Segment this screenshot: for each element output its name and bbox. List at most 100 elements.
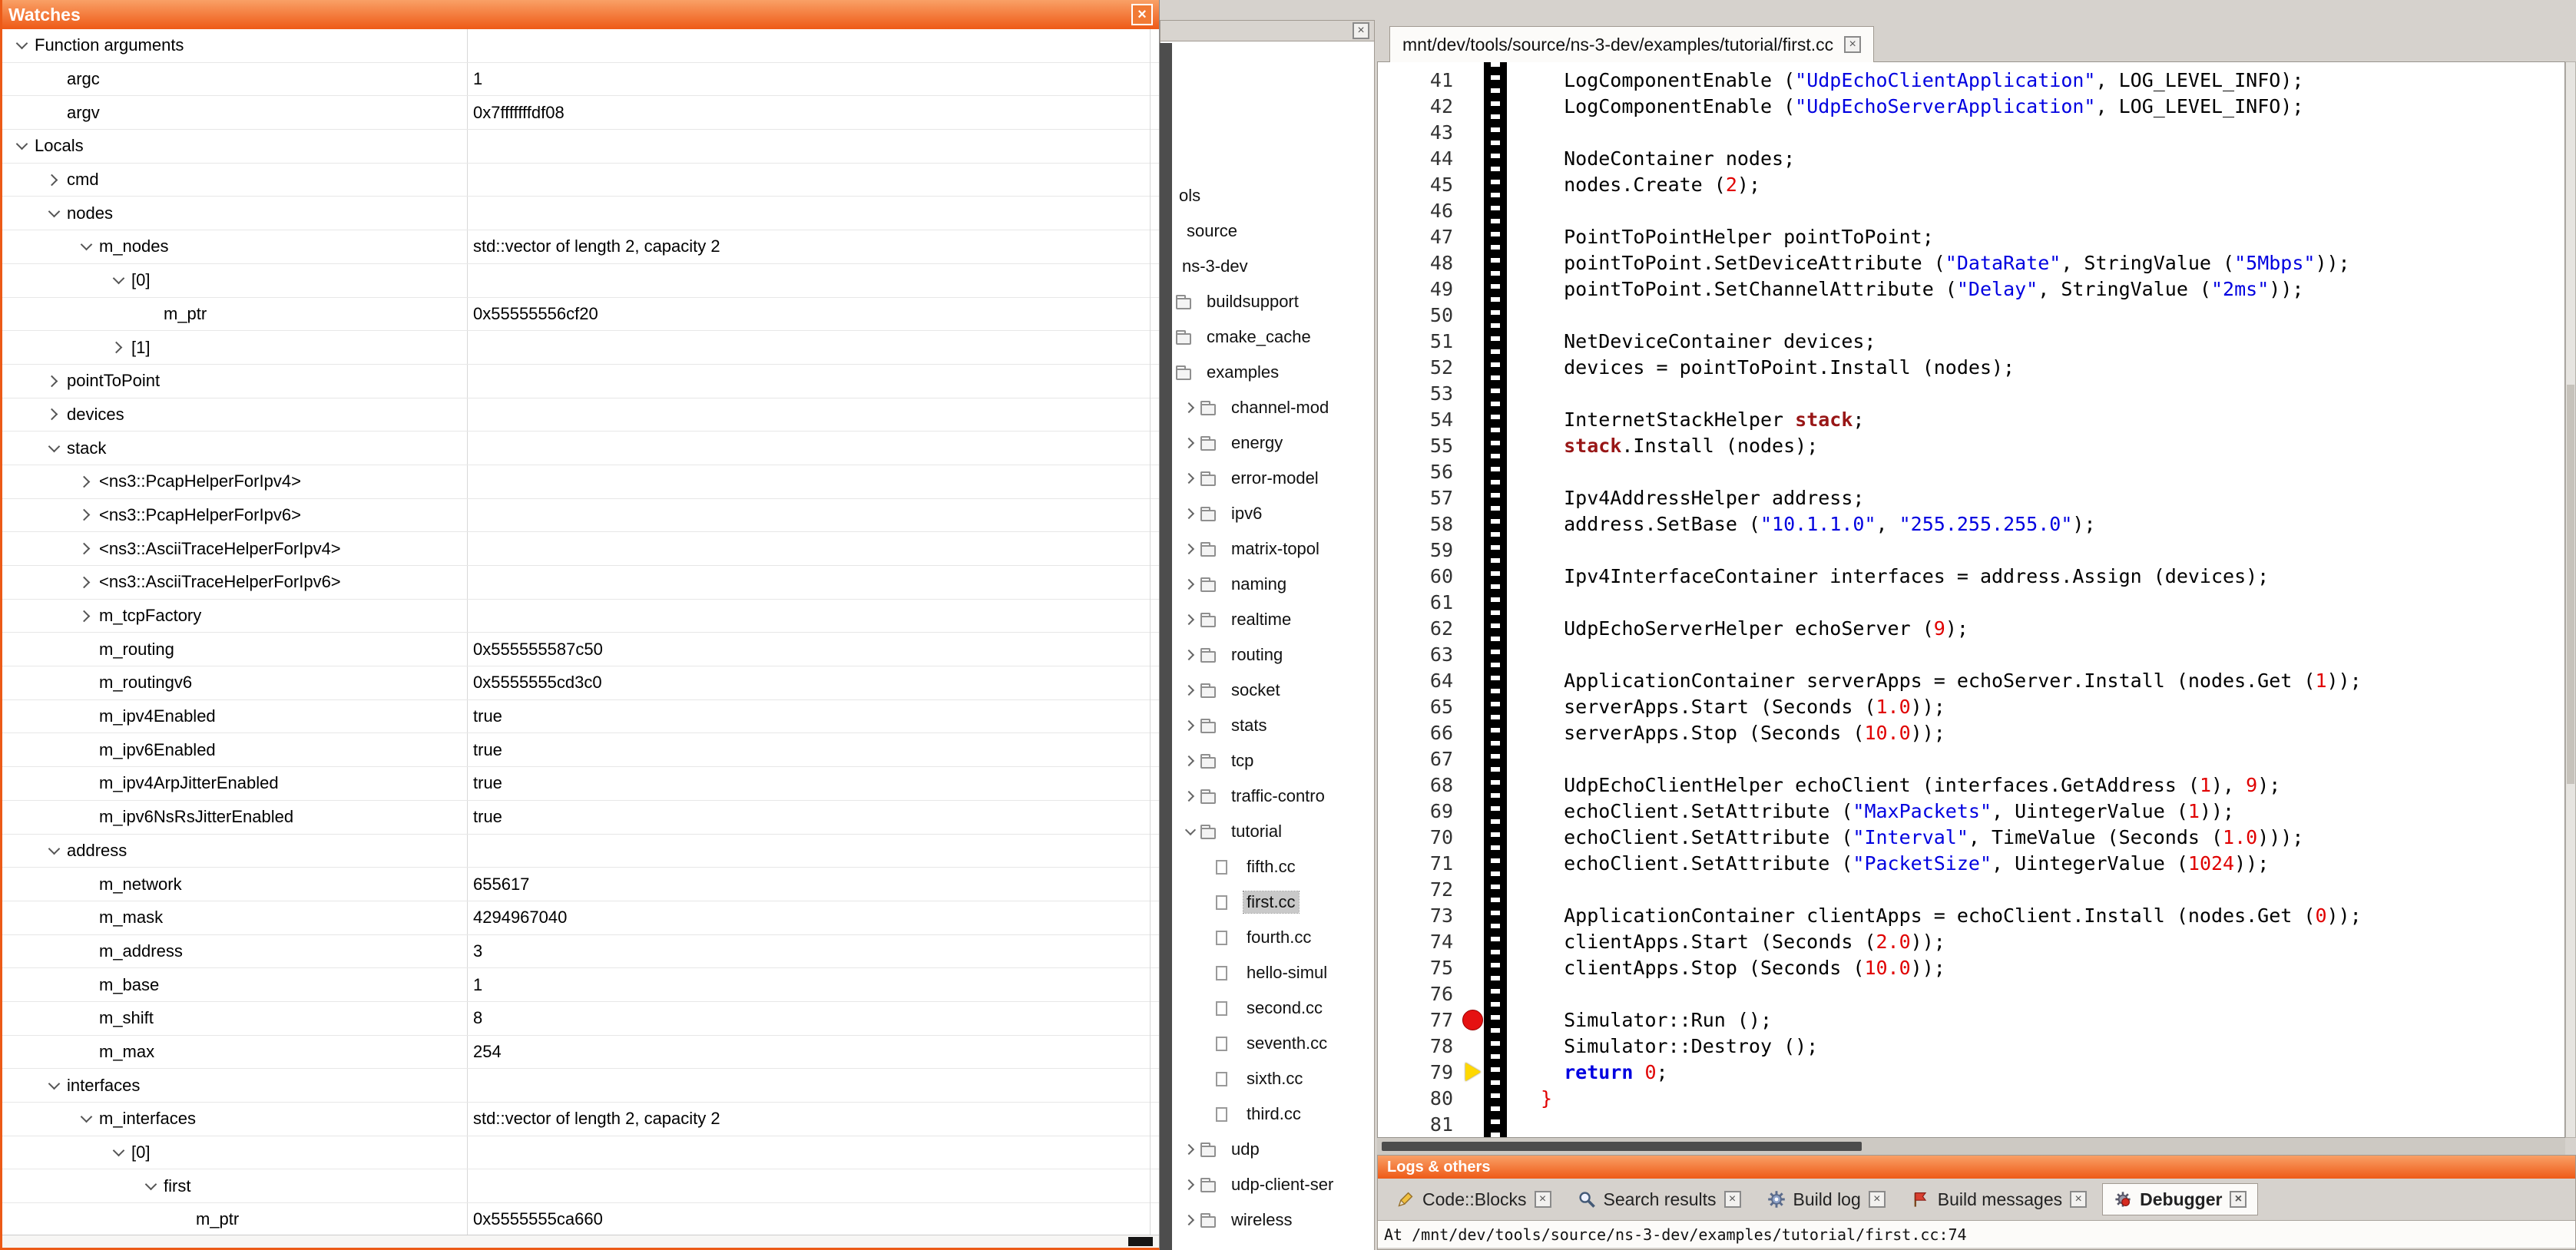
expander-icon[interactable] bbox=[1180, 792, 1200, 800]
line-marker-area[interactable] bbox=[1464, 641, 1484, 667]
tab-build-log[interactable]: Build log× bbox=[1757, 1183, 1896, 1215]
expander-icon[interactable] bbox=[105, 343, 131, 352]
watches-horizontal-scrollbar[interactable] bbox=[2, 1235, 1159, 1248]
line-marker-area[interactable] bbox=[1464, 250, 1484, 276]
expander-icon[interactable] bbox=[8, 144, 35, 148]
expander-icon[interactable] bbox=[73, 478, 99, 486]
close-icon[interactable]: × bbox=[1869, 1191, 1886, 1208]
watch-row[interactable]: <ns3::AsciiTraceHelperForIpv4> bbox=[2, 532, 1159, 566]
expander-icon[interactable] bbox=[1180, 1181, 1200, 1189]
expander-icon[interactable] bbox=[73, 244, 99, 249]
close-icon[interactable]: × bbox=[1844, 36, 1861, 53]
tree-item[interactable]: stats bbox=[1180, 708, 1374, 743]
line-marker-area[interactable] bbox=[1464, 589, 1484, 615]
expander-icon[interactable] bbox=[1180, 757, 1200, 765]
tree-item[interactable]: fourth.cc bbox=[1216, 920, 1374, 955]
watch-row[interactable]: <ns3::AsciiTraceHelperForIpv6> bbox=[2, 566, 1159, 600]
tree-item[interactable]: seventh.cc bbox=[1216, 1026, 1374, 1061]
line-marker-area[interactable] bbox=[1464, 719, 1484, 746]
tree-item[interactable]: third.cc bbox=[1216, 1096, 1374, 1132]
expander-icon[interactable] bbox=[1180, 1146, 1200, 1153]
line-marker-area[interactable] bbox=[1464, 484, 1484, 511]
expander-icon[interactable] bbox=[73, 1116, 99, 1121]
line-marker-area[interactable] bbox=[1464, 223, 1484, 250]
tree-item[interactable]: udp-client-ser bbox=[1180, 1167, 1374, 1202]
expander-icon[interactable] bbox=[41, 176, 67, 184]
watches-title-bar[interactable]: Watches × bbox=[2, 0, 1159, 29]
expander-icon[interactable] bbox=[1180, 439, 1200, 447]
watch-row[interactable]: m_mask4294967040 bbox=[2, 901, 1159, 935]
watch-row[interactable]: m_interfacesstd::vector of length 2, cap… bbox=[2, 1103, 1159, 1136]
code-editor[interactable]: 41 LogComponentEnable ("UdpEchoClientApp… bbox=[1377, 61, 2565, 1138]
watch-row[interactable]: argv0x7fffffffdf08 bbox=[2, 96, 1159, 130]
watch-row[interactable]: pointToPoint bbox=[2, 365, 1159, 398]
editor-horizontal-scrollbar[interactable] bbox=[1377, 1138, 2565, 1155]
expander-icon[interactable] bbox=[41, 410, 67, 418]
line-marker-area[interactable] bbox=[1464, 328, 1484, 354]
line-marker-area[interactable] bbox=[1464, 354, 1484, 380]
tree-item[interactable]: ipv6 bbox=[1180, 496, 1374, 531]
watch-row[interactable]: m_routing0x555555587c50 bbox=[2, 633, 1159, 666]
tree-item[interactable]: ols bbox=[1171, 178, 1374, 213]
tree-vertical-scrollbar[interactable] bbox=[1160, 43, 1172, 1250]
close-icon[interactable]: × bbox=[2070, 1191, 2087, 1208]
watch-row[interactable]: first bbox=[2, 1169, 1159, 1203]
watch-row[interactable]: devices bbox=[2, 398, 1159, 432]
watch-row[interactable]: <ns3::PcapHelperForIpv4> bbox=[2, 465, 1159, 499]
tab-debugger[interactable]: Debugger× bbox=[2102, 1183, 2258, 1215]
expander-icon[interactable] bbox=[73, 511, 99, 519]
tree-item[interactable]: realtime bbox=[1180, 602, 1374, 637]
tab-code-blocks[interactable]: Code::Blocks× bbox=[1386, 1183, 1562, 1215]
tree-item[interactable]: cmake_cache bbox=[1160, 319, 1374, 355]
expander-icon[interactable] bbox=[1180, 722, 1200, 729]
close-icon[interactable]: × bbox=[1535, 1191, 1551, 1208]
tree-item[interactable]: socket bbox=[1180, 673, 1374, 708]
line-marker-area[interactable] bbox=[1464, 406, 1484, 432]
line-marker-area[interactable] bbox=[1464, 693, 1484, 719]
line-marker-area[interactable] bbox=[1464, 1085, 1484, 1111]
expander-icon[interactable] bbox=[1180, 510, 1200, 518]
line-marker-area[interactable] bbox=[1464, 119, 1484, 145]
line-marker-area[interactable] bbox=[1464, 1111, 1484, 1137]
tree-item[interactable]: error-model bbox=[1180, 461, 1374, 496]
line-marker-area[interactable] bbox=[1464, 1059, 1484, 1085]
watch-row[interactable]: m_ptr0x55555556cf20 bbox=[2, 298, 1159, 332]
expander-icon[interactable] bbox=[1180, 545, 1200, 553]
watch-row[interactable]: Function arguments bbox=[2, 29, 1159, 63]
line-marker-area[interactable] bbox=[1464, 511, 1484, 537]
scrollbar-thumb[interactable] bbox=[1128, 1237, 1153, 1246]
expander-icon[interactable] bbox=[41, 848, 67, 853]
watch-row[interactable]: nodes bbox=[2, 197, 1159, 230]
expander-icon[interactable] bbox=[41, 446, 67, 451]
watch-row[interactable]: argc1 bbox=[2, 63, 1159, 97]
close-icon[interactable]: × bbox=[1353, 22, 1369, 39]
watch-row[interactable]: m_ipv4Enabledtrue bbox=[2, 700, 1159, 734]
tree-item[interactable]: tcp bbox=[1180, 743, 1374, 779]
expander-icon[interactable] bbox=[1180, 404, 1200, 412]
line-marker-area[interactable] bbox=[1464, 380, 1484, 406]
expander-icon[interactable] bbox=[8, 43, 35, 48]
line-marker-area[interactable] bbox=[1464, 824, 1484, 850]
line-marker-area[interactable] bbox=[1464, 746, 1484, 772]
expander-icon[interactable] bbox=[1180, 1216, 1200, 1224]
line-marker-area[interactable] bbox=[1464, 1033, 1484, 1059]
expander-icon[interactable] bbox=[1180, 475, 1200, 482]
expander-icon[interactable] bbox=[73, 578, 99, 587]
tree-item[interactable]: first.cc bbox=[1216, 885, 1374, 920]
line-marker-area[interactable] bbox=[1464, 980, 1484, 1007]
watch-row[interactable]: m_address3 bbox=[2, 935, 1159, 969]
watch-row[interactable]: m_routingv60x5555555cd3c0 bbox=[2, 666, 1159, 700]
tree-item[interactable]: fifth.cc bbox=[1216, 849, 1374, 885]
watch-row[interactable]: m_max254 bbox=[2, 1036, 1159, 1070]
watch-row[interactable]: address bbox=[2, 835, 1159, 868]
line-marker-area[interactable] bbox=[1464, 667, 1484, 693]
watch-row[interactable]: m_ipv6NsRsJitterEnabledtrue bbox=[2, 801, 1159, 835]
line-marker-area[interactable] bbox=[1464, 1007, 1484, 1033]
tree-item[interactable]: channel-mod bbox=[1180, 390, 1374, 425]
editor-vertical-scrollbar[interactable] bbox=[2565, 61, 2576, 1138]
expander-icon[interactable] bbox=[73, 612, 99, 620]
expander-icon[interactable] bbox=[105, 1150, 131, 1155]
tree-item[interactable]: udp bbox=[1180, 1132, 1374, 1167]
expander-icon[interactable] bbox=[41, 1083, 67, 1088]
tree-item[interactable]: examples bbox=[1160, 355, 1374, 390]
